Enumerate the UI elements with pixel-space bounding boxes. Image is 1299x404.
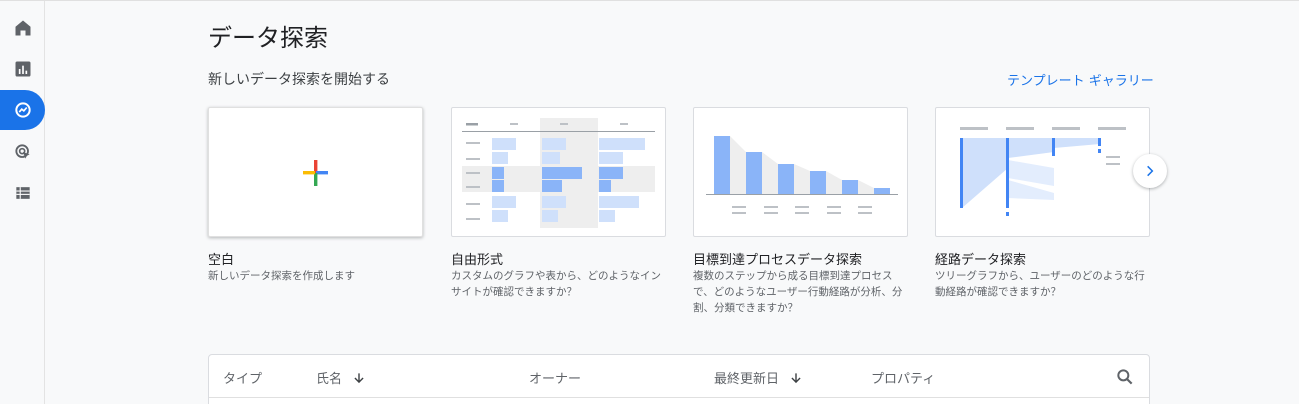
explore-icon <box>14 102 31 118</box>
card-path[interactable] <box>935 107 1150 237</box>
advertising-icon <box>14 144 30 159</box>
card-funnel-title: 目標到達プロセスデータ探索 <box>693 253 863 268</box>
carousel-next-button[interactable] <box>1133 154 1167 188</box>
column-header-property[interactable]: プロパティ <box>871 368 935 387</box>
configure-icon <box>15 187 30 199</box>
column-header-last-modified-label: 最終更新日 <box>714 372 780 387</box>
column-header-name-label: 氏名 <box>316 372 343 387</box>
sort-arrow-down-icon <box>354 372 364 383</box>
column-header-last-modified[interactable]: 最終更新日 <box>714 368 803 387</box>
card-freeform-title: 自由形式 <box>451 253 504 268</box>
card-blank[interactable] <box>208 107 423 237</box>
column-header-owner[interactable]: オーナー <box>529 368 581 387</box>
nav-home[interactable] <box>0 8 45 48</box>
home-icon <box>15 20 30 36</box>
card-freeform[interactable] <box>451 107 666 237</box>
plus-icon <box>303 160 328 186</box>
card-freeform-desc: カスタムのグラフや表から、どのようなインサイトが確認できますか？ <box>451 270 661 298</box>
reports-icon <box>15 61 30 77</box>
freeform-thumbnail <box>462 118 655 228</box>
sort-arrow-down-icon <box>791 372 801 383</box>
column-header-name[interactable]: 氏名 <box>316 368 366 387</box>
chevron-right-icon <box>1147 165 1154 177</box>
card-funnel[interactable] <box>693 107 908 237</box>
card-funnel-desc: 複数のステップから成る目標到達プロセスで、どのようなユーザー行動経路が分析、分割… <box>693 270 903 314</box>
column-header-owner-label: オーナー <box>529 372 582 387</box>
table-header-divider <box>209 397 1149 398</box>
nav-explore[interactable] <box>0 90 45 130</box>
card-path-desc: ツリーグラフから、ユーザーのどのような行動経路が確認できますか？ <box>935 270 1145 298</box>
explorations-table: タイプ 氏名 オーナー 最終更新日 プロパティ <box>208 354 1150 404</box>
column-header-type[interactable]: タイプ <box>223 368 262 387</box>
card-path-title: 経路データ探索 <box>935 253 1027 268</box>
funnel-thumbnail <box>706 136 898 214</box>
path-thumbnail <box>960 127 1126 216</box>
section-subtitle: 新しいデータ探索を開始する <box>208 72 390 88</box>
top-divider <box>0 0 1299 1</box>
nav-reports[interactable] <box>0 49 45 89</box>
card-blank-desc: 新しいデータ探索を作成します <box>208 270 355 282</box>
template-gallery-link[interactable]: テンプレート ギャラリー <box>1007 70 1154 89</box>
nav-advertising[interactable] <box>0 132 45 172</box>
card-blank-title: 空白 <box>208 253 235 268</box>
page-title: データ探索 <box>208 24 328 52</box>
column-header-type-label: タイプ <box>223 372 263 387</box>
search-icon[interactable] <box>1115 367 1135 387</box>
left-nav-rail <box>0 1 45 404</box>
column-header-property-label: プロパティ <box>871 372 936 387</box>
nav-configure[interactable] <box>0 173 45 213</box>
